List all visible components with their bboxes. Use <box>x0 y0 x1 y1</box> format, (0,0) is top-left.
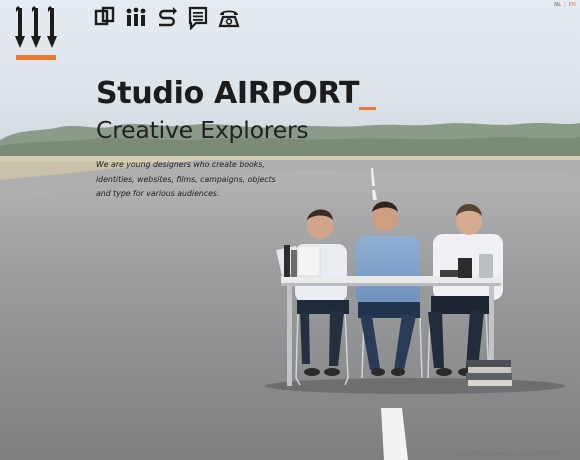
intro-line: We are young designers who create books, <box>96 160 265 169</box>
intro-line: identities, websites, films, campaigns, … <box>96 174 276 184</box>
intro-text: We are young designers who create books,… <box>96 158 296 202</box>
copyright-notice: ©2010 All rights reserved. Studio AIRPOR… <box>452 451 560 457</box>
contact-nav-icon[interactable] <box>218 6 240 30</box>
news-nav-icon[interactable] <box>187 6 209 30</box>
title-accent-bar <box>359 107 376 110</box>
page-subtitle: Creative Explorers <box>96 116 309 144</box>
background-photo <box>0 0 580 460</box>
main-navigation <box>94 6 240 32</box>
triple-arrow-logo-icon[interactable] <box>15 6 57 60</box>
language-separator: | <box>564 2 566 8</box>
intro-line: and type for various audiences. <box>96 189 220 199</box>
work-nav-icon[interactable] <box>94 6 116 30</box>
language-en-link[interactable]: EN <box>569 2 576 8</box>
process-nav-icon[interactable] <box>156 6 178 30</box>
people-nav-icon[interactable] <box>125 6 147 30</box>
page-title: Studio AIRPORT <box>96 76 360 111</box>
language-nl-link[interactable]: NL <box>554 2 561 8</box>
logo-accent-bar <box>16 55 56 60</box>
language-switch: NL | EN <box>554 2 576 8</box>
